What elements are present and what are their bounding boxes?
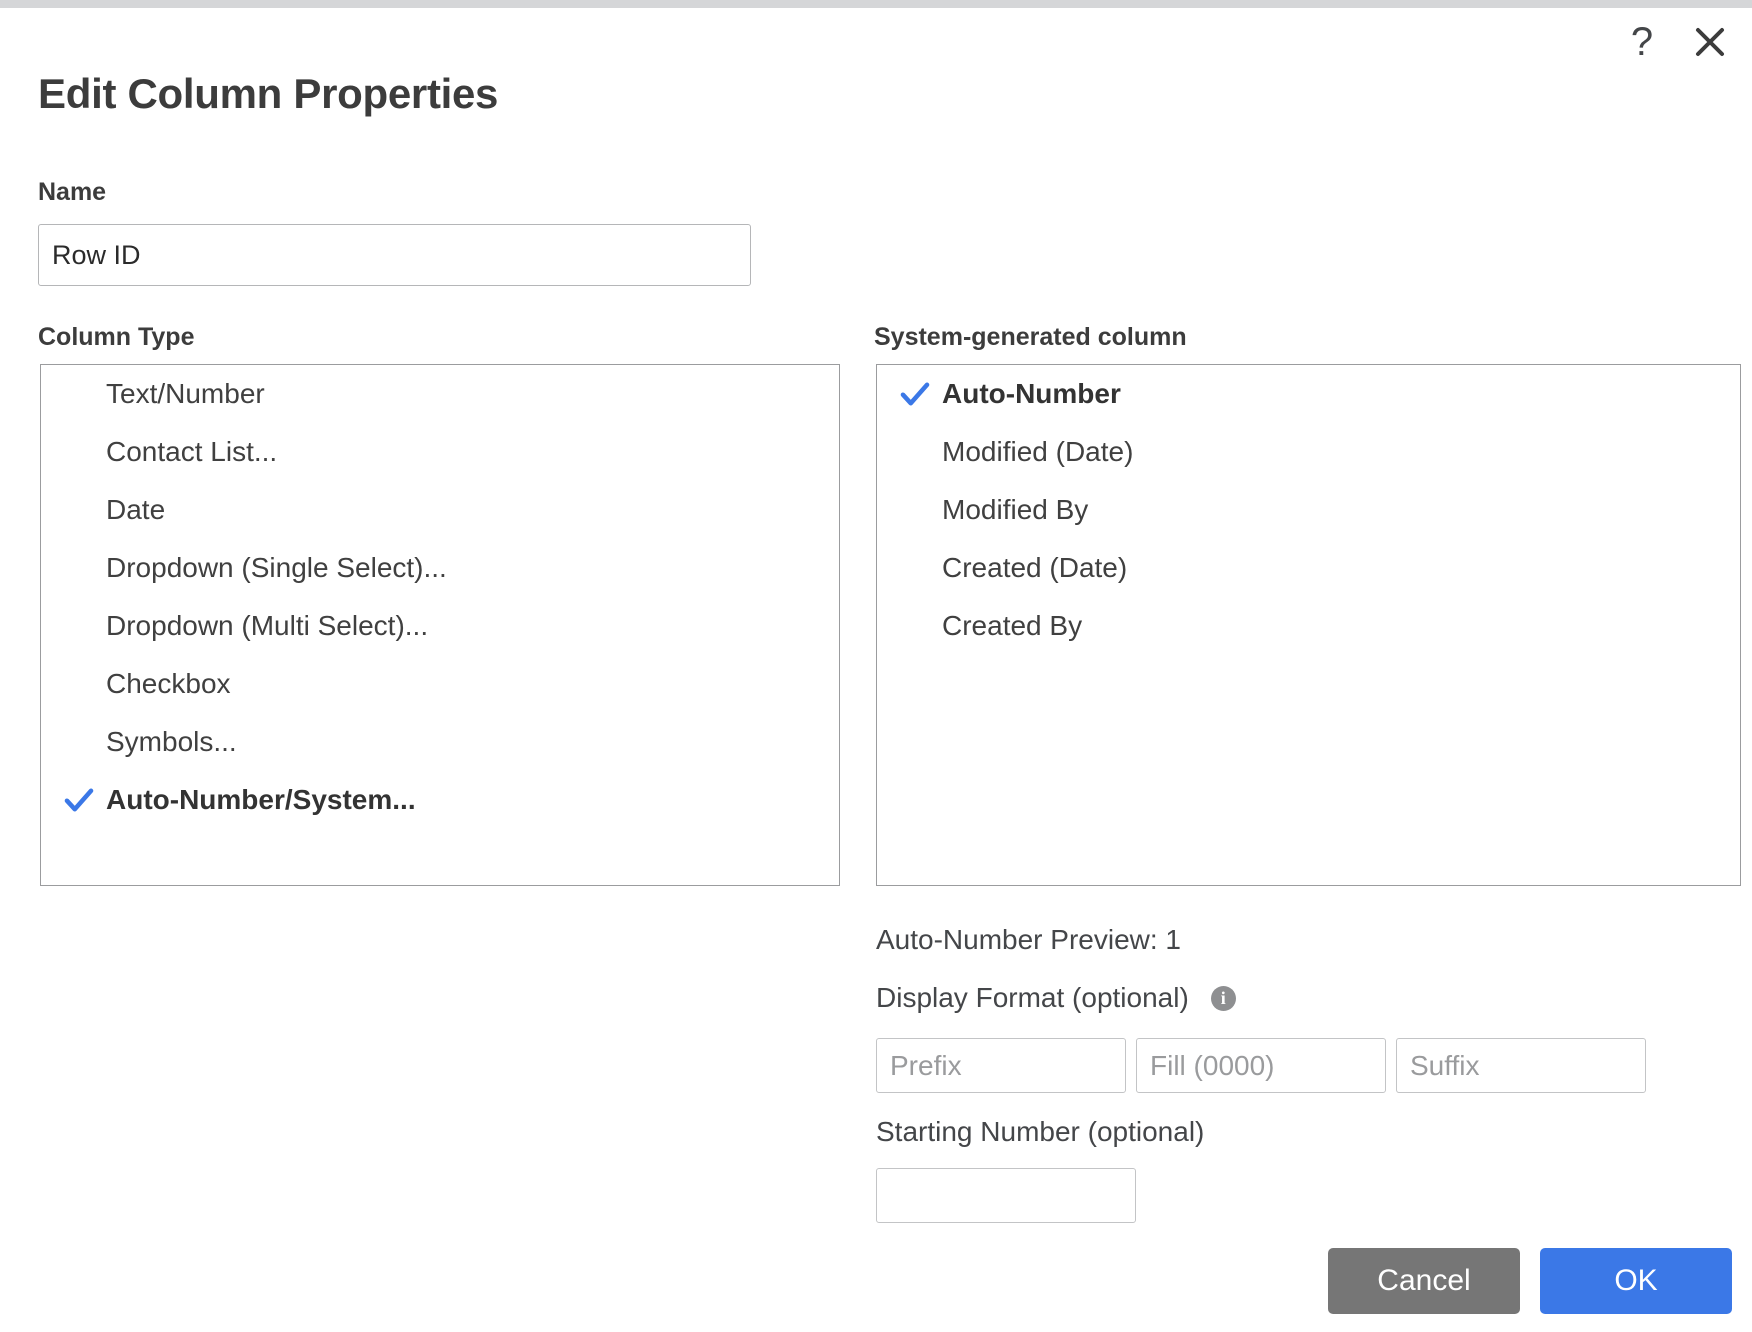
auto-number-preview: Auto-Number Preview: 1 [876, 924, 1182, 955]
column-type-option-auto-number-system[interactable]: Auto-Number/System... [41, 771, 839, 829]
ok-button[interactable]: OK [1540, 1248, 1732, 1314]
list-item-label: Created By [942, 610, 1083, 641]
column-type-option-date[interactable]: Date [41, 481, 839, 539]
list-item-label: Dropdown (Multi Select)... [106, 610, 429, 641]
edit-column-properties-dialog: ? Edit Column Properties Name Column Typ… [0, 8, 1752, 1332]
fill-input[interactable] [1136, 1038, 1386, 1093]
list-item-label: Text/Number [106, 378, 265, 409]
column-type-listbox[interactable]: Text/Number Contact List... Date Dropdow… [40, 364, 840, 886]
checkmark-icon [51, 783, 106, 817]
starting-number-input[interactable] [876, 1168, 1136, 1223]
system-generated-option-auto-number[interactable]: Auto-Number [877, 365, 1740, 423]
close-icon[interactable] [1688, 20, 1732, 64]
prefix-input[interactable] [876, 1038, 1126, 1093]
info-icon[interactable]: i [1210, 985, 1236, 1011]
starting-number-label: Starting Number (optional) [876, 1116, 1205, 1147]
name-field-label: Name [38, 178, 107, 206]
dialog-footer-buttons: Cancel OK [1328, 1248, 1732, 1314]
dialog-window-controls: ? [1620, 20, 1732, 64]
list-item-label: Created (Date) [942, 552, 1128, 583]
column-type-option-text-number[interactable]: Text/Number [41, 365, 839, 423]
cancel-button[interactable]: Cancel [1328, 1248, 1520, 1314]
system-generated-option-created-by[interactable]: Created By [877, 597, 1740, 655]
column-type-option-symbols[interactable]: Symbols... [41, 713, 839, 771]
column-type-option-contact-list[interactable]: Contact List... [41, 423, 839, 481]
window-top-strip [0, 0, 1752, 8]
column-type-option-dropdown-single[interactable]: Dropdown (Single Select)... [41, 539, 839, 597]
list-item-label: Checkbox [106, 668, 231, 699]
suffix-input[interactable] [1396, 1038, 1646, 1093]
column-type-option-dropdown-multi[interactable]: Dropdown (Multi Select)... [41, 597, 839, 655]
system-generated-label: System-generated column [874, 323, 1187, 351]
column-type-option-checkbox[interactable]: Checkbox [41, 655, 839, 713]
list-item-label: Symbols... [106, 726, 237, 757]
column-type-label: Column Type [38, 323, 195, 351]
help-icon[interactable]: ? [1620, 20, 1664, 64]
list-item-label: Auto-Number/System... [106, 784, 416, 815]
list-item-label: Modified By [942, 494, 1089, 525]
list-item-label: Contact List... [106, 436, 278, 467]
list-item-label: Auto-Number [942, 378, 1121, 409]
page-title: Edit Column Properties [38, 70, 499, 117]
list-item-label: Dropdown (Single Select)... [106, 552, 447, 583]
system-generated-option-created-date[interactable]: Created (Date) [877, 539, 1740, 597]
checkmark-icon [887, 377, 942, 411]
system-generated-option-modified-date[interactable]: Modified (Date) [877, 423, 1740, 481]
list-item-label: Date [106, 494, 166, 525]
list-item-label: Modified (Date) [942, 436, 1134, 467]
display-format-row: Display Format (optional) i [876, 982, 1236, 1014]
system-generated-listbox[interactable]: Auto-Number Modified (Date) Modified By … [876, 364, 1741, 886]
name-input[interactable] [38, 224, 751, 286]
display-format-label: Display Format (optional) [876, 982, 1189, 1013]
system-generated-option-modified-by[interactable]: Modified By [877, 481, 1740, 539]
display-format-inputs [876, 1038, 1646, 1093]
